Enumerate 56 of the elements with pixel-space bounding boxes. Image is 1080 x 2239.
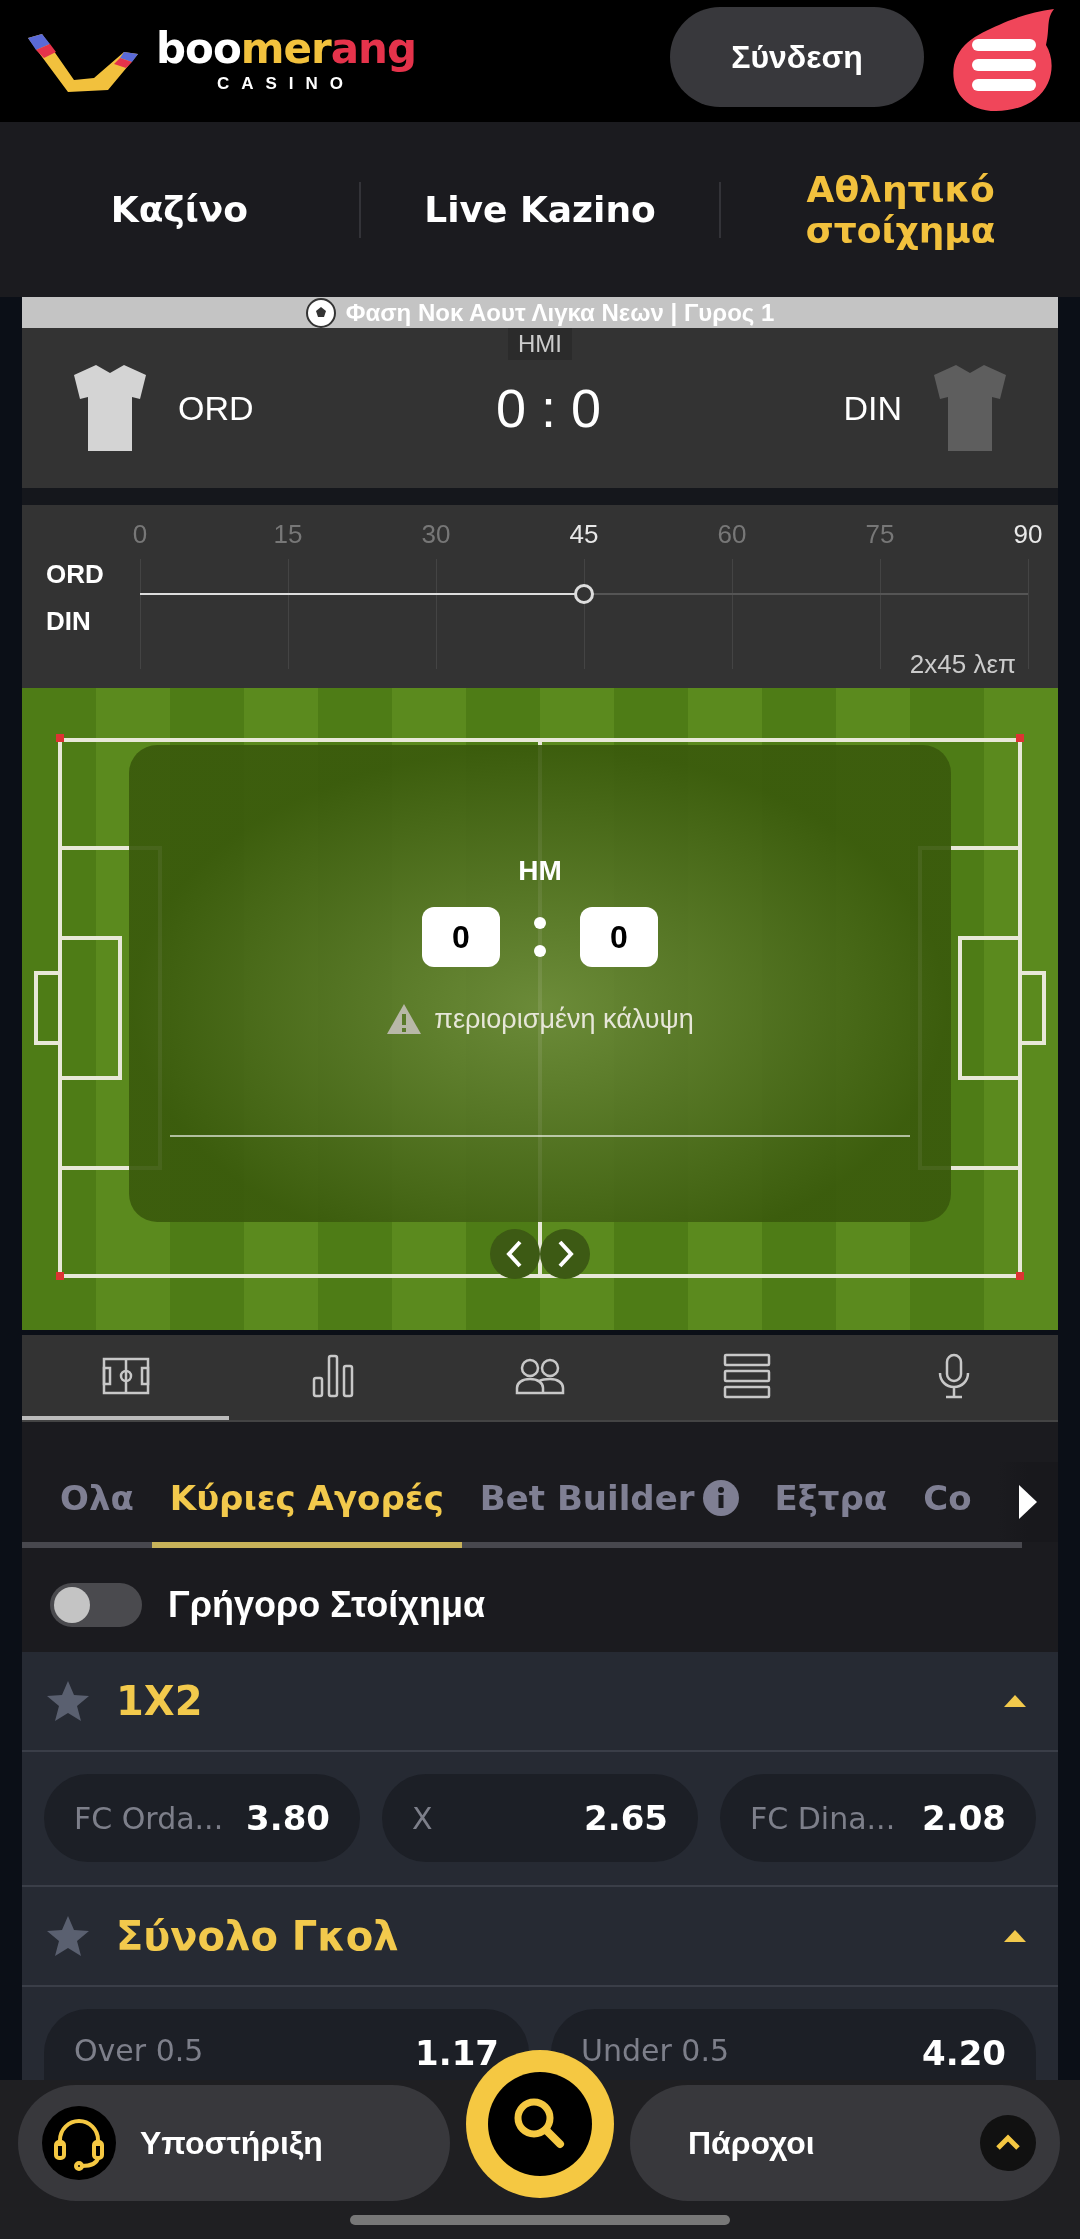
support-button[interactable]: Υποστήριξη xyxy=(18,2085,450,2201)
nav-tab[interactable]: Live Kazino xyxy=(360,189,720,230)
market-tab[interactable]: Bet Builder xyxy=(461,1478,757,1548)
nav-tab[interactable]: Καζίνο xyxy=(0,189,359,230)
login-button[interactable]: Σύνδεση xyxy=(670,7,924,107)
pitch-icon xyxy=(101,1356,150,1395)
list-icon xyxy=(723,1352,772,1399)
headset-icon xyxy=(42,2106,116,2180)
team-name: DIN xyxy=(843,388,902,428)
minute-tick: 15 xyxy=(273,519,303,550)
warning-icon xyxy=(386,1003,423,1035)
caret-up-icon xyxy=(980,2115,1036,2171)
minute-tick: 60 xyxy=(717,519,747,550)
quick-bet-toggle[interactable] xyxy=(50,1582,142,1627)
odds-button[interactable]: Under 0.5 4.20 xyxy=(551,2009,1036,2080)
league-title: Φαση Νοκ Αουτ Λιγκα Νεων | Γυρος 1 xyxy=(345,298,775,327)
match-score: 0 : 0 xyxy=(494,377,603,439)
quick-bet-label: Γρήγορο Στοίχημα xyxy=(168,1583,486,1626)
odds-button[interactable]: X 2.65 xyxy=(382,1774,698,1862)
team-name: ORD xyxy=(178,388,254,428)
minute-tick: 75 xyxy=(865,519,895,550)
market-tab[interactable]: Εξτρα xyxy=(756,1478,906,1548)
logo-wordmark: boomerang CASINO xyxy=(156,28,417,94)
market-tab[interactable]: Co xyxy=(905,1478,990,1548)
score-box: 0 xyxy=(422,907,500,967)
caret-icon[interactable] xyxy=(1002,1928,1028,1944)
nav-tab[interactable]: Αθλητικό στοίχημα xyxy=(721,168,1080,251)
market-tab[interactable]: Ολα xyxy=(42,1478,152,1548)
caret-icon[interactable] xyxy=(1002,1693,1028,1709)
minute-tick: 90 xyxy=(1013,519,1043,550)
minute-tick: 0 xyxy=(132,519,148,550)
team-label: DIN xyxy=(46,606,92,637)
odds-button[interactable]: Over 0.5 1.17 xyxy=(44,2009,529,2080)
odds-button[interactable]: FC Orda... 3.80 xyxy=(44,1774,360,1862)
triangle-right-icon xyxy=(1017,1483,1039,1521)
coverage-notice: περιορισμένη κάλυψη xyxy=(434,1003,694,1035)
star-icon[interactable] xyxy=(46,1915,90,1957)
team-label: ORD xyxy=(46,559,105,590)
market-title: Σύνολο Γκολ xyxy=(116,1913,400,1959)
score-box: 0 xyxy=(580,907,658,967)
market-title: 1X2 xyxy=(116,1678,204,1724)
microphone-icon xyxy=(937,1352,972,1399)
timeline-marker xyxy=(574,584,594,604)
minute-tick: 45 xyxy=(569,519,599,550)
market-tab[interactable]: Κύριες Αγορές xyxy=(151,1478,462,1548)
providers-button[interactable]: Πάροχοι xyxy=(630,2085,1060,2201)
colon-icon xyxy=(534,917,546,957)
odds-button[interactable]: FC Dina... 2.08 xyxy=(720,1774,1036,1862)
period-label: HMI xyxy=(508,328,572,360)
match-duration: 2x45 λεπ xyxy=(909,649,1016,680)
star-icon[interactable] xyxy=(46,1680,90,1722)
bar-chart-icon xyxy=(311,1353,354,1398)
people-icon xyxy=(515,1356,565,1395)
search-icon xyxy=(488,2072,592,2176)
period-label: HM xyxy=(518,855,562,887)
minute-tick: 30 xyxy=(421,519,451,550)
